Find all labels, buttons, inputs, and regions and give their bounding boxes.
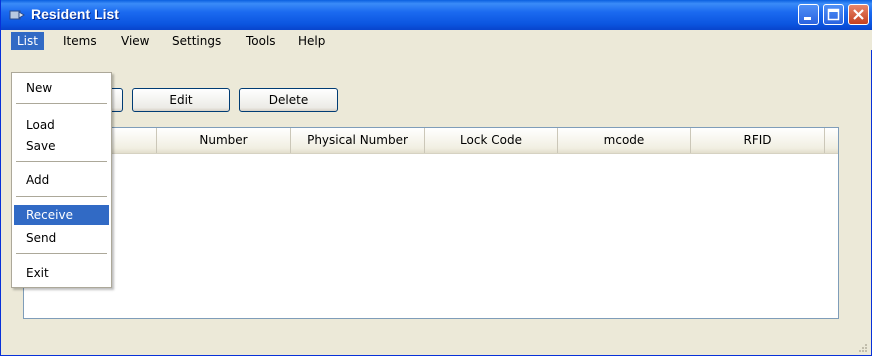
menu-list[interactable]: List	[11, 32, 44, 50]
column-header-lock-code[interactable]: Lock Code	[425, 128, 558, 153]
menu-bar: List Items View Settings Tools Help	[2, 30, 872, 50]
title-bar[interactable]: Resident List	[1, 0, 872, 30]
app-icon	[9, 8, 25, 22]
menu-separator	[16, 103, 107, 104]
menu-help[interactable]: Help	[292, 32, 331, 50]
delete-button[interactable]: Delete	[239, 88, 338, 112]
list-menu-dropdown: New Load Save Add Receive Send Exit	[11, 72, 112, 288]
menu-item-load[interactable]: Load	[14, 115, 109, 135]
resize-grip-icon[interactable]	[858, 342, 868, 352]
edit-button[interactable]: Edit	[132, 88, 230, 112]
menu-item-save[interactable]: Save	[14, 136, 109, 156]
menu-items[interactable]: Items	[57, 32, 103, 50]
menu-tools[interactable]: Tools	[240, 32, 282, 50]
menu-item-receive[interactable]: Receive	[14, 205, 109, 225]
column-header-mcode[interactable]: mcode	[558, 128, 691, 153]
minimize-button[interactable]	[798, 4, 819, 25]
menu-separator	[16, 161, 107, 162]
menu-item-exit[interactable]: Exit	[14, 263, 109, 283]
menu-item-send[interactable]: Send	[14, 228, 109, 248]
column-header-number[interactable]: Number	[157, 128, 291, 153]
resident-list-window: Resident List List Items View Settings T…	[0, 0, 872, 356]
column-header-rfid[interactable]: RFID	[691, 128, 825, 153]
maximize-button[interactable]	[823, 4, 844, 25]
menu-view[interactable]: View	[115, 32, 155, 50]
menu-item-add[interactable]: Add	[14, 170, 109, 190]
menu-separator	[16, 253, 107, 254]
column-header-physical-number[interactable]: Physical Number	[291, 128, 425, 153]
menu-separator	[16, 196, 107, 197]
resident-table[interactable]: Number Physical Number Lock Code mcode R…	[23, 127, 839, 319]
table-header: Number Physical Number Lock Code mcode R…	[24, 128, 838, 154]
window-title: Resident List	[31, 6, 119, 22]
menu-settings[interactable]: Settings	[166, 32, 227, 50]
close-button[interactable]	[848, 4, 869, 25]
menu-item-new[interactable]: New	[14, 78, 109, 98]
